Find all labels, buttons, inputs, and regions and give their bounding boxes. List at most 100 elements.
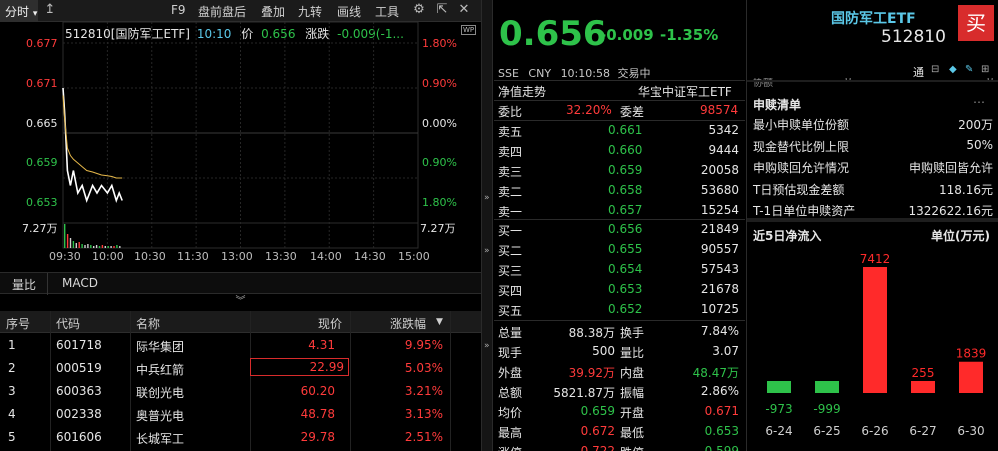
volume-bar <box>81 244 83 248</box>
chevron-right-icon[interactable]: » <box>484 193 490 203</box>
subscription-label: 最小申赎单位份额 <box>753 118 850 132</box>
th-code[interactable]: 代码 <box>56 315 80 332</box>
minus-icon[interactable]: ⊟ <box>931 64 939 75</box>
vol-label-right: 7.27万 <box>420 222 456 235</box>
table-row[interactable]: 4 002338 奥普光电 48.78 3.13% <box>0 403 481 426</box>
stat-label: 量比 <box>620 346 645 360</box>
stat-row: 总量 88.38万 换手 7.84% <box>494 321 745 341</box>
stat-value: 5821.87万 <box>553 386 615 400</box>
toolbar-overlay[interactable]: 叠加 <box>261 3 285 20</box>
bid-label: 买五 <box>498 304 523 318</box>
pin-icon[interactable]: ↥ <box>42 2 58 18</box>
volume-bar <box>107 246 109 248</box>
ask-level-row[interactable]: 卖二 0.658 53680 <box>494 180 745 200</box>
toolbar-f9[interactable]: F9 <box>171 3 186 17</box>
stat-row: 涨停 0.722 跌停 0.599 <box>494 441 745 451</box>
subscription-label: 申购赎回允许情况 <box>753 161 850 175</box>
th-change-pct[interactable]: 涨跌幅 <box>390 315 426 332</box>
ask-level-row[interactable]: 卖三 0.659 20058 <box>494 160 745 180</box>
separator <box>747 80 998 82</box>
stat-value: 0.722 <box>580 444 615 451</box>
stat-label: 最低 <box>620 426 645 440</box>
cell-index: 2 <box>8 361 16 375</box>
webi-row: 委比 32.20% 委差 98574 <box>494 100 745 120</box>
cell-change-pct: 5.03% <box>404 361 443 375</box>
inflow-value-label: -999 <box>813 402 840 416</box>
bid-level-row[interactable]: 买一 0.656 21849 <box>494 219 745 239</box>
bid-level-row[interactable]: 买二 0.655 90557 <box>494 239 745 259</box>
inflow-value-label: 7412 <box>860 252 891 266</box>
bell-icon[interactable]: ◆ <box>949 64 957 75</box>
tab-fenshi[interactable]: 分时 ▾ <box>0 0 38 22</box>
table-row[interactable]: 2 000519 中兵红箭 22.99 5.03% <box>0 357 481 380</box>
ask-label: 卖五 <box>498 125 523 139</box>
expand-icon[interactable]: ⊞ <box>981 64 989 75</box>
inflow-bar <box>815 381 839 393</box>
chevron-right-icon[interactable]: » <box>484 341 490 351</box>
avg-price-line <box>62 95 123 179</box>
price-change: -0.009 <box>600 26 654 44</box>
edit-icon[interactable]: ✎ <box>965 64 973 75</box>
subscription-row: 最小申赎单位份额 200万 <box>747 112 998 134</box>
tab-macd[interactable]: MACD <box>62 276 98 290</box>
tab-liangbi[interactable]: 量比 <box>12 276 36 293</box>
bid-volume: 10725 <box>700 302 739 316</box>
volume-bar <box>87 244 89 248</box>
inflow-bar <box>767 381 791 393</box>
buy-button[interactable]: 买 <box>958 5 994 41</box>
pin-window-icon[interactable]: ⇱ <box>434 2 450 18</box>
cell-code: 601606 <box>56 430 102 444</box>
bid-label: 买二 <box>498 244 523 258</box>
stat-label: 现手 <box>498 346 523 360</box>
ask-level-row[interactable]: 卖五 0.661 5342 <box>494 120 745 140</box>
volume-bar <box>90 245 92 248</box>
subscription-row: 现金替代比例上限 50% <box>747 134 998 156</box>
cell-index: 3 <box>8 384 16 398</box>
stat-label: 开盘 <box>620 406 645 420</box>
cell-name: 奥普光电 <box>136 409 185 423</box>
bid-level-row[interactable]: 买三 0.654 57543 <box>494 259 745 279</box>
th-price[interactable]: 现价 <box>318 315 342 332</box>
stat-value: 0.599 <box>704 444 739 451</box>
tong-label[interactable]: 通 <box>913 64 924 80</box>
toolbar-jiuzhuan[interactable]: 九转 <box>298 3 322 20</box>
table-row[interactable]: 1 601718 际华集团 4.31 9.95% <box>0 334 481 357</box>
chevron-right-icon[interactable]: » <box>484 246 490 256</box>
more-icon[interactable]: … <box>973 92 985 106</box>
toolbar-premarket[interactable]: 盘前盘后 <box>198 3 246 20</box>
nav-row[interactable]: 净值走势 华宝中证军工ETF <box>494 80 745 100</box>
collapse-toggle-icon[interactable]: ︾ <box>0 295 481 309</box>
toolbar-tools[interactable]: 工具 <box>375 3 399 20</box>
stat-row: 最高 0.672 最低 0.653 <box>494 421 745 441</box>
bid-level-row[interactable]: 买五 0.652 10725 <box>494 299 745 319</box>
table-row[interactable]: 5 601606 长城军工 29.78 2.51% <box>0 426 481 449</box>
volume-bar <box>66 234 69 248</box>
cell-name: 联创光电 <box>136 386 185 400</box>
flow-header: 近5日净流入 单位(万元) <box>747 223 998 245</box>
ask-price: 0.659 <box>608 163 643 177</box>
stat-value: 2.86% <box>700 384 739 398</box>
cell-name: 际华集团 <box>136 340 185 354</box>
chevron-down-icon: ▾ <box>32 9 38 19</box>
ask-level-row[interactable]: 卖一 0.657 15254 <box>494 200 745 220</box>
x-label-1330: 13:30 <box>265 250 297 263</box>
ask-volume: 53680 <box>700 183 739 197</box>
ask-level-row[interactable]: 卖四 0.660 9444 <box>494 140 745 160</box>
toolbar-draw[interactable]: 画线 <box>337 3 361 20</box>
y-right-0: 1.80% <box>422 37 457 50</box>
volume-bar <box>72 241 75 248</box>
th-index[interactable]: 序号 <box>6 315 30 332</box>
table-row[interactable]: 3 600363 联创光电 60.20 3.21% <box>0 380 481 403</box>
panel-divider[interactable]: » » » <box>481 0 493 451</box>
subscription-title: 申赎清单 <box>753 98 802 112</box>
y-right-4: 1.80% <box>422 196 457 209</box>
th-name[interactable]: 名称 <box>136 315 160 332</box>
sort-desc-icon[interactable]: ▼ <box>436 317 443 327</box>
price-change-pct: -1.35% <box>660 26 719 44</box>
intraday-chart <box>62 22 419 249</box>
stat-label: 总额 <box>498 386 523 400</box>
bid-level-row[interactable]: 买四 0.653 21678 <box>494 279 745 299</box>
net-inflow-chart: -973 6-24 -999 6-25 7412 6-26 255 6-27 1839 6-30 <box>765 252 986 438</box>
gear-icon[interactable]: ⚙ <box>411 2 427 18</box>
close-icon[interactable]: ✕ <box>456 2 472 18</box>
